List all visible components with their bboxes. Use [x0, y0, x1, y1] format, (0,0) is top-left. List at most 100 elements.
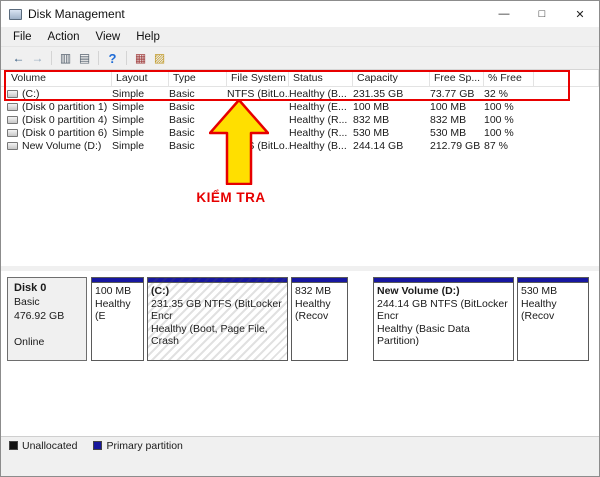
volume-type: Basic [169, 126, 195, 139]
maximize-button[interactable]: □ [523, 1, 561, 27]
volume-name: (Disk 0 partition 1) [22, 100, 108, 113]
legend-unallocated: Unallocated [9, 440, 77, 452]
disk-action-icon[interactable]: ▦ [131, 49, 150, 67]
partition-status: Healthy (Recov [295, 297, 331, 323]
volume-type: Basic [169, 100, 195, 113]
volume-file-system: NTFS (BitLo... [227, 139, 289, 152]
volume-row-c[interactable]: (C:) Simple Basic NTFS (BitLo... Healthy… [1, 87, 599, 100]
menu-file[interactable]: File [5, 29, 40, 45]
column-header-volume[interactable]: Volume [7, 70, 112, 86]
partition-recovery-2[interactable]: 530 MB Healthy (Recov [517, 277, 589, 361]
app-icon [9, 8, 22, 20]
graphical-view-pane: Disk 0 Basic 476.92 GB Online 100 MB Hea… [1, 271, 599, 436]
volume-status: Healthy (B... [289, 87, 347, 100]
legend-primary-partition: Primary partition [93, 440, 183, 452]
volume-list-pane: Volume Layout Type File System Status Ca… [1, 70, 599, 266]
partition-status: Healthy (Boot, Page File, Crash [151, 322, 268, 348]
toolbar-separator [126, 51, 127, 65]
legend-bar: Unallocated Primary partition [1, 436, 599, 454]
volume-name: New Volume (D:) [22, 139, 102, 152]
volume-free-space: 212.79 GB [430, 139, 481, 152]
window-bottom-strip [1, 454, 599, 476]
partition-recovery-1[interactable]: 832 MB Healthy (Recov [291, 277, 348, 361]
column-header-pct-free[interactable]: % Free [484, 70, 534, 86]
toolbar-separator [98, 51, 99, 65]
partition-name: (C:) [151, 285, 170, 297]
partition-efi[interactable]: 100 MB Healthy (E [91, 277, 144, 361]
volume-name: (Disk 0 partition 4) [22, 113, 108, 126]
annotation-label: KIỂM TRA [196, 190, 266, 205]
volume-capacity: 100 MB [353, 100, 390, 113]
console-tree-icon[interactable]: ▥ [56, 49, 75, 67]
volume-free-space: 73.77 GB [430, 87, 475, 100]
menu-bar: File Action View Help [1, 27, 599, 47]
window-title: Disk Management [28, 7, 125, 21]
volume-capacity: 832 MB [353, 113, 390, 126]
partition-status: Healthy (Basic Data Partition) [377, 322, 470, 348]
volume-cell: (Disk 0 partition 1) [7, 101, 112, 113]
menu-view[interactable]: View [88, 29, 129, 45]
volume-name: (Disk 0 partition 6) [22, 126, 108, 139]
forward-icon[interactable]: → [28, 49, 47, 67]
disk-size: 476.92 GB [14, 310, 65, 322]
disk-0-row: Disk 0 Basic 476.92 GB Online 100 MB Hea… [7, 277, 593, 361]
volume-layout: Simple [112, 126, 145, 139]
close-button[interactable]: ✕ [561, 1, 599, 27]
volume-pct-free: 100 % [484, 126, 514, 139]
volume-pct-free: 87 % [484, 139, 508, 152]
volume-row-d[interactable]: New Volume (D:) Simple Basic NTFS (BitLo… [1, 139, 599, 152]
partition-status: Healthy (Recov [521, 297, 557, 323]
volume-row-partition-6[interactable]: (Disk 0 partition 6) Simple Basic Health… [1, 126, 599, 139]
column-header-free-space[interactable]: Free Sp... [430, 70, 484, 86]
partition-c[interactable]: (C:) 231.35 GB NTFS (BitLocker Encr Heal… [147, 277, 288, 361]
view-action-icon[interactable]: ▨ [150, 49, 169, 67]
disk-name: Disk 0 [14, 282, 47, 294]
volume-cell: (Disk 0 partition 4) [7, 114, 112, 126]
volume-cell: New Volume (D:) [7, 140, 112, 152]
partition-d[interactable]: New Volume (D:) 244.14 GB NTFS (BitLocke… [373, 277, 514, 361]
volume-capacity: 231.35 GB [353, 87, 404, 100]
unallocated-swatch-icon [9, 441, 18, 450]
drive-icon [7, 141, 18, 150]
volume-name: (C:) [22, 87, 40, 100]
title-bar: Disk Management — □ ✕ [1, 1, 599, 27]
toolbar-separator [51, 51, 52, 65]
minimize-button[interactable]: — [485, 1, 523, 27]
volume-type: Basic [169, 113, 195, 126]
window-controls: — □ ✕ [485, 1, 599, 27]
partition-name: New Volume (D:) [377, 285, 460, 297]
toolbar: ← → ▥ ▤ ? ▦ ▨ [1, 47, 599, 70]
volume-free-space: 832 MB [430, 113, 467, 126]
partition-detail: 244.14 GB NTFS (BitLocker Encr [377, 297, 508, 323]
back-icon[interactable]: ← [9, 49, 28, 67]
legend-label: Unallocated [22, 439, 78, 452]
volume-capacity: 530 MB [353, 126, 390, 139]
volume-row-partition-1[interactable]: (Disk 0 partition 1) Simple Basic Health… [1, 100, 599, 113]
column-header-capacity[interactable]: Capacity [353, 70, 430, 86]
drive-icon [7, 89, 18, 98]
column-header-filler [534, 70, 599, 86]
volume-layout: Simple [112, 100, 145, 113]
volume-status: Healthy (B... [289, 139, 347, 152]
drive-icon [7, 115, 18, 124]
properties-icon[interactable]: ▤ [75, 49, 94, 67]
volume-free-space: 530 MB [430, 126, 467, 139]
column-header-status[interactable]: Status [289, 70, 353, 86]
partition-size: 832 MB [295, 285, 332, 297]
volume-status: Healthy (R... [289, 113, 348, 126]
volume-row-partition-4[interactable]: (Disk 0 partition 4) Simple Basic Health… [1, 113, 599, 126]
partition-detail: 231.35 GB NTFS (BitLocker Encr [151, 297, 282, 323]
menu-action[interactable]: Action [40, 29, 88, 45]
disk-0-info[interactable]: Disk 0 Basic 476.92 GB Online [7, 277, 87, 361]
menu-help[interactable]: Help [128, 29, 168, 45]
disk-type: Basic [14, 296, 40, 308]
partition-status: Healthy (E [95, 297, 131, 323]
volume-status: Healthy (E... [289, 100, 347, 113]
help-icon[interactable]: ? [103, 49, 122, 67]
column-header-layout[interactable]: Layout [112, 70, 169, 86]
primary-partition-swatch-icon [93, 441, 103, 450]
column-header-type[interactable]: Type [169, 70, 227, 86]
column-header-file-system[interactable]: File System [227, 70, 289, 86]
volume-free-space: 100 MB [430, 100, 467, 113]
volume-status: Healthy (R... [289, 126, 348, 139]
